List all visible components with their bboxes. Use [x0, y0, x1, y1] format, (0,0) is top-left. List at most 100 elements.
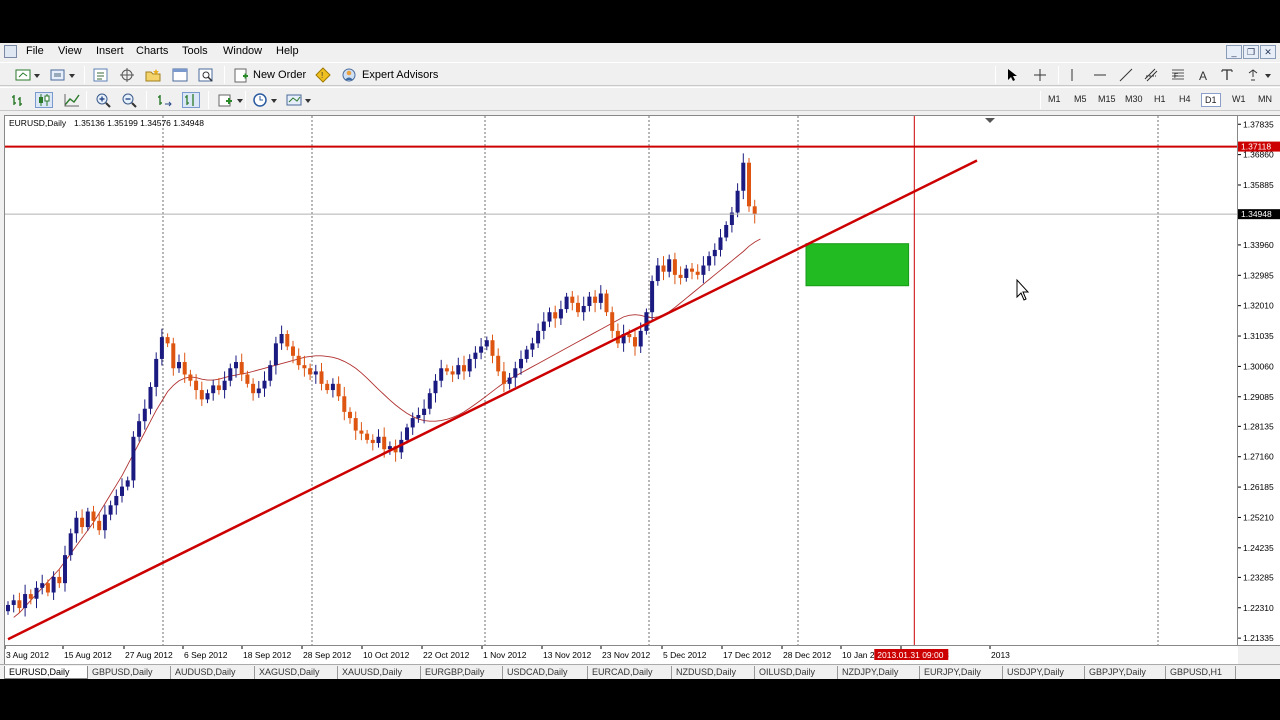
- chart-tab[interactable]: XAUUSD,Daily: [338, 666, 421, 679]
- chart-tab[interactable]: EURCAD,Daily: [588, 666, 672, 679]
- auto-scroll-button[interactable]: [156, 91, 174, 109]
- market-watch-button[interactable]: [92, 66, 110, 84]
- chart-tab[interactable]: AUDUSD,Daily: [171, 666, 255, 679]
- candle: [336, 376, 341, 401]
- chart-tab[interactable]: NZDUSD,Daily: [672, 666, 755, 679]
- menu-insert[interactable]: Insert: [96, 45, 124, 57]
- candle-body: [308, 368, 313, 375]
- chart-window[interactable]: EURUSD,Daily 1.35136 1.35199 1.34576 1.3…: [4, 115, 1238, 646]
- menu-file[interactable]: File: [26, 45, 44, 57]
- candle-body: [251, 383, 256, 394]
- price-axis[interactable]: 1.378351.368601.358851.349101.339601.329…: [1238, 115, 1280, 646]
- timeframe-h4[interactable]: H4: [1176, 93, 1194, 105]
- trendline-tool[interactable]: [1118, 66, 1134, 84]
- price-tick-label: 1.32985: [1243, 270, 1274, 280]
- text-tool[interactable]: A: [1197, 66, 1211, 84]
- fibonacci-tool[interactable]: F: [1170, 66, 1186, 84]
- crosshair-tool[interactable]: [1032, 66, 1048, 84]
- candle: [701, 256, 706, 284]
- candle: [712, 243, 717, 266]
- new-chart-button[interactable]: [14, 66, 42, 84]
- candlestick-chart[interactable]: EURUSD,Daily 1.35136 1.35199 1.34576 1.3…: [5, 116, 1238, 646]
- line-chart-button[interactable]: [63, 91, 81, 109]
- metaeditor-button[interactable]: !: [314, 66, 332, 84]
- timeframe-m15[interactable]: M15: [1095, 93, 1119, 105]
- minimize-icon[interactable]: _: [1226, 45, 1242, 59]
- cursor-tool[interactable]: [1004, 66, 1020, 84]
- channel-tool[interactable]: [1143, 66, 1159, 84]
- bar-chart-button[interactable]: [10, 91, 28, 109]
- candle-body: [650, 281, 655, 313]
- chart-tab[interactable]: NZDJPY,Daily: [838, 666, 920, 679]
- candle-body: [444, 368, 449, 372]
- chart-tab[interactable]: GBPJPY,Daily: [1085, 666, 1166, 679]
- restore-icon[interactable]: ❐: [1243, 45, 1259, 59]
- chart-shift-button[interactable]: [182, 91, 200, 109]
- strategy-tester-button[interactable]: [197, 66, 215, 84]
- chart-tab[interactable]: EURJPY,Daily: [920, 666, 1003, 679]
- close-icon[interactable]: ✕: [1260, 45, 1276, 59]
- candle: [587, 291, 592, 312]
- candle: [63, 545, 67, 592]
- expert-advisors-button[interactable]: Expert Advisors: [339, 66, 438, 84]
- chart-tab[interactable]: USDJPY,Daily: [1003, 666, 1085, 679]
- candle-body: [479, 346, 484, 353]
- consolidation-rectangle[interactable]: [805, 243, 910, 287]
- timeframe-d1[interactable]: D1: [1201, 93, 1221, 107]
- menu-view[interactable]: View: [58, 45, 82, 57]
- menu-window[interactable]: Window: [223, 45, 262, 57]
- horizontal-line-tool[interactable]: [1092, 66, 1108, 84]
- candle: [558, 300, 563, 325]
- candle-body: [507, 377, 512, 384]
- templates-button[interactable]: [285, 91, 315, 109]
- candle: [239, 353, 244, 382]
- candlestick-button[interactable]: [35, 91, 53, 109]
- new-order-button[interactable]: New Order: [232, 66, 306, 84]
- chart-tab[interactable]: EURGBP,Daily: [421, 666, 503, 679]
- candle: [159, 328, 164, 366]
- toolbar-separator: [1058, 66, 1059, 84]
- trendline[interactable]: [7, 159, 978, 641]
- terminal-button[interactable]: [171, 66, 189, 84]
- candle-body: [165, 337, 170, 344]
- menu-charts[interactable]: Charts: [136, 45, 168, 57]
- date-scale: 3 Aug 2012 15 Aug 2012 27 Aug 2012 6 Sep 20…: [4, 646, 1010, 660]
- zoom-in-button[interactable]: [95, 91, 113, 109]
- chart-tab[interactable]: GBPUSD,Daily: [88, 666, 171, 679]
- chart-tab[interactable]: EURUSD,Daily: [4, 666, 88, 679]
- app-icon[interactable]: [4, 45, 17, 58]
- text-label-tool[interactable]: [1220, 66, 1234, 84]
- zoom-out-button[interactable]: [121, 91, 139, 109]
- date-axis[interactable]: 3 Aug 2012 15 Aug 2012 27 Aug 2012 6 Sep 20…: [4, 646, 1238, 664]
- menu-tools[interactable]: Tools: [182, 45, 208, 57]
- candle: [444, 364, 449, 376]
- menu-help[interactable]: Help: [276, 45, 299, 57]
- candle: [262, 371, 267, 397]
- timeframe-w1[interactable]: W1: [1229, 93, 1249, 105]
- data-window-button[interactable]: [118, 66, 136, 84]
- timeframe-mn[interactable]: MN: [1255, 93, 1275, 105]
- candle-body: [467, 358, 472, 372]
- candle: [581, 296, 586, 321]
- chart-tab[interactable]: OILUSD,Daily: [755, 666, 838, 679]
- candle: [23, 584, 28, 617]
- candle-body: [593, 296, 598, 303]
- metatrader-window: File View Insert Charts Tools Window Hel…: [0, 43, 1280, 679]
- periods-button[interactable]: [251, 91, 281, 109]
- timeframe-m5[interactable]: M5: [1071, 93, 1090, 105]
- indicators-button[interactable]: [216, 91, 246, 109]
- indicators-icon: [218, 94, 243, 107]
- timeframe-m30[interactable]: M30: [1122, 93, 1146, 105]
- arrows-tool[interactable]: [1246, 66, 1274, 84]
- timeframe-h1[interactable]: H1: [1151, 93, 1169, 105]
- chart-tab[interactable]: XAGUSD,Daily: [255, 666, 338, 679]
- vertical-line-tool[interactable]: [1064, 66, 1080, 84]
- candle: [633, 330, 637, 356]
- profiles-button[interactable]: [48, 66, 78, 84]
- profiles-icon: [50, 69, 75, 81]
- candle: [684, 264, 689, 282]
- timeframe-m1[interactable]: M1: [1045, 93, 1064, 105]
- navigator-button[interactable]: [144, 66, 162, 84]
- chart-tab[interactable]: USDCAD,Daily: [503, 666, 588, 679]
- chart-tab[interactable]: GBPUSD,H1: [1166, 666, 1236, 679]
